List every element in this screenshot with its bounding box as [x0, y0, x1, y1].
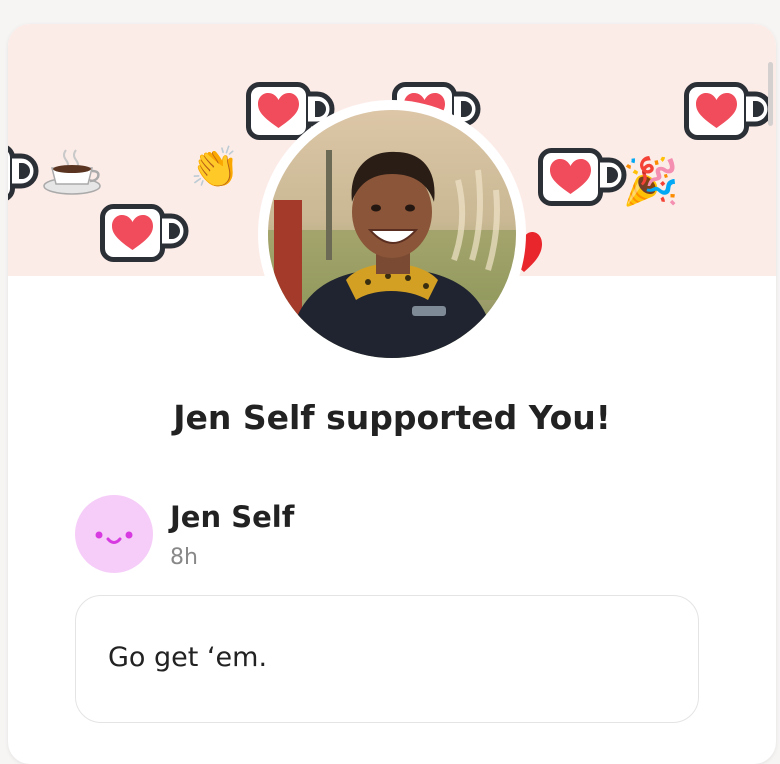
mug-heart-icon: [538, 148, 628, 208]
mug-heart-icon: [100, 204, 190, 264]
supporter-photo-frame: [258, 100, 526, 368]
avatar[interactable]: [75, 495, 153, 573]
party-popper-icon: 🎉: [622, 154, 680, 208]
smiley-face-icon: [95, 531, 133, 544]
coffee-cup-icon: [43, 149, 101, 195]
mug-heart-icon: [684, 82, 774, 142]
author-name[interactable]: Jen Self: [170, 500, 294, 534]
timestamp: 8h: [170, 545, 198, 570]
page-title: Jen Self supported You!: [173, 398, 611, 437]
message-text: Go get ‘em.: [108, 642, 268, 673]
mug-heart-icon: [8, 144, 40, 204]
supporter-photo: [268, 110, 516, 358]
message-bubble: Go get ‘em.: [75, 595, 699, 723]
support-card: 👏 🎉 Jen Self supported You! Jen Self 8h …: [8, 24, 776, 764]
scrollbar[interactable]: [768, 62, 773, 126]
clapping-hands-icon: 👏: [190, 145, 240, 191]
